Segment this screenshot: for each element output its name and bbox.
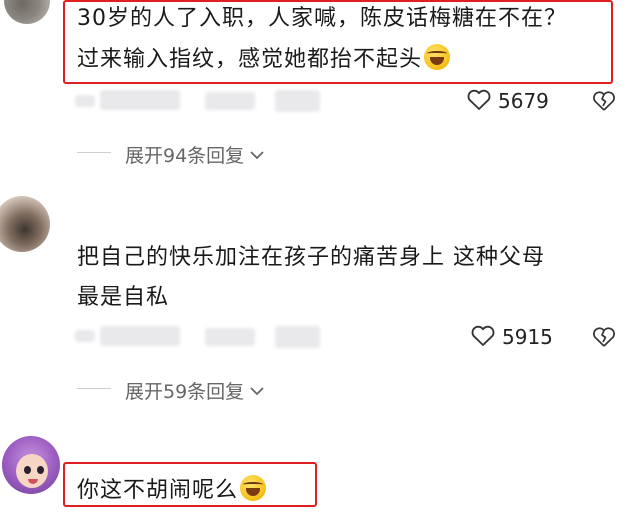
expand-replies-button[interactable]: 展开94条回复 xyxy=(125,141,266,168)
heart-outline-icon[interactable] xyxy=(470,324,496,348)
comment-text-line: 过来输入指纹，感觉她都抬不起头 xyxy=(77,43,451,76)
expand-replies-label: 展开59条回复 xyxy=(125,381,245,403)
chevron-down-icon xyxy=(250,387,264,396)
blurred-metadata xyxy=(75,95,95,107)
blurred-metadata xyxy=(275,326,320,348)
expand-replies-button[interactable]: 展开59条回复 xyxy=(125,377,266,404)
comment-text-line: 30岁的人了入职，人家喊，陈皮话梅糖在不在？ xyxy=(77,6,567,31)
heart-outline-icon[interactable] xyxy=(466,88,492,112)
like-count: 5679 xyxy=(498,89,549,113)
blurred-metadata xyxy=(205,92,255,110)
comment-text-line: 最是自私 xyxy=(77,285,170,310)
blurred-metadata xyxy=(205,328,255,346)
commenter-avatar[interactable] xyxy=(4,0,50,24)
comment-text-line: 你这不胡闹呢么 xyxy=(77,474,267,507)
commenter-avatar[interactable] xyxy=(0,196,50,252)
comment-text-line: 把自己的快乐加注在孩子的痛苦身上 这种父母 xyxy=(77,245,545,270)
blurred-metadata xyxy=(100,90,180,110)
blurred-metadata xyxy=(100,326,180,346)
reply-divider xyxy=(77,152,111,153)
commenter-avatar[interactable] xyxy=(2,436,60,494)
blurred-metadata xyxy=(75,330,95,342)
reply-divider xyxy=(77,388,111,389)
chevron-down-icon xyxy=(250,151,264,160)
broken-heart-icon[interactable] xyxy=(592,89,616,113)
like-count: 5915 xyxy=(502,325,553,349)
laughing-emoji-icon xyxy=(424,44,451,70)
avatar-eye xyxy=(37,466,44,474)
expand-replies-label: 展开94条回复 xyxy=(125,145,245,167)
blurred-metadata xyxy=(275,90,320,112)
avatar-eye xyxy=(24,466,31,474)
broken-heart-icon[interactable] xyxy=(592,325,616,349)
laughing-emoji-icon xyxy=(240,475,267,501)
